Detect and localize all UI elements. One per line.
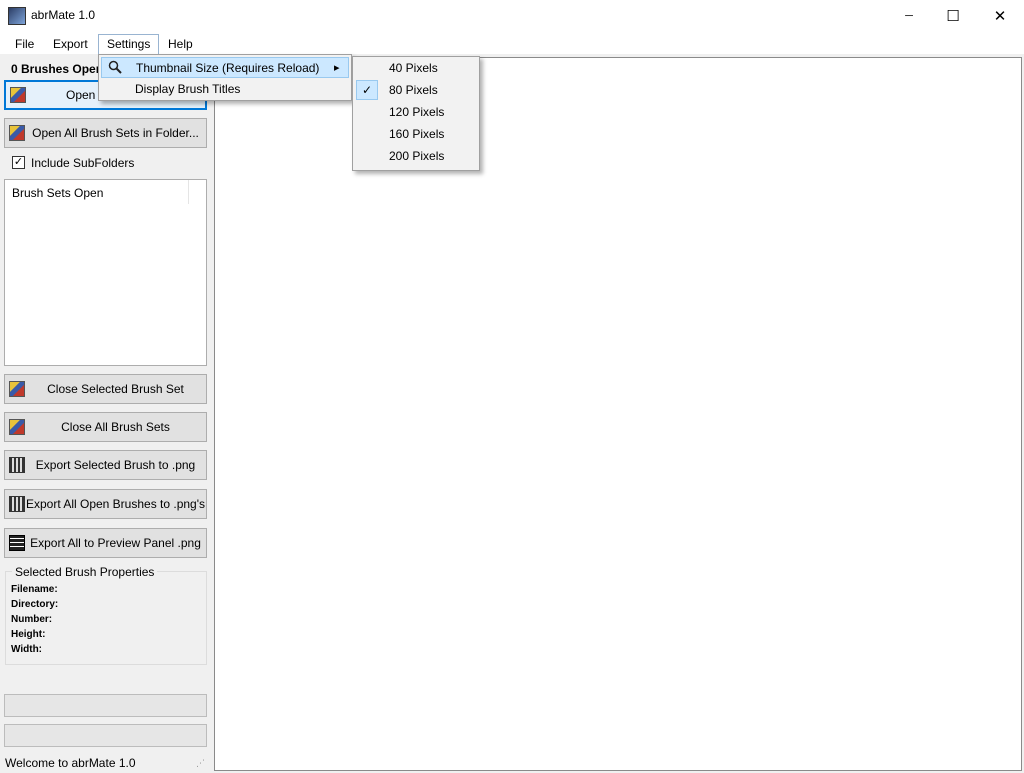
- minimize-icon: ─: [905, 10, 913, 22]
- size-option-160[interactable]: 160 Pixels: [356, 123, 478, 145]
- progress-bar: [4, 694, 207, 717]
- brush-properties-title: Selected Brush Properties: [12, 565, 158, 579]
- paint-icon: [10, 87, 26, 103]
- status-bar: Welcome to abrMate 1.0 ⋰: [0, 753, 214, 773]
- menu-thumbnail-size[interactable]: Thumbnail Size (Requires Reload) ▸: [101, 57, 349, 78]
- size-option-120[interactable]: 120 Pixels: [356, 101, 478, 123]
- close-selected-brush-set-button[interactable]: Close Selected Brush Set: [4, 374, 207, 404]
- brush-sets-list[interactable]: Brush Sets Open: [4, 179, 207, 366]
- prop-width: Width:: [11, 644, 43, 655]
- settings-menu: Thumbnail Size (Requires Reload) ▸ Displ…: [98, 54, 352, 101]
- close-all-brush-sets-button[interactable]: Close All Brush Sets: [4, 412, 207, 442]
- thumbnail-size-submenu: 40 Pixels ✓ 80 Pixels 120 Pixels 160 Pix…: [352, 56, 480, 171]
- grid-icon: [9, 535, 25, 551]
- menu-help[interactable]: Help: [160, 35, 201, 53]
- prop-directory: Directory:: [11, 599, 59, 610]
- thumbnail-size-label: Thumbnail Size (Requires Reload): [136, 60, 320, 75]
- status-text: Welcome to abrMate 1.0: [5, 756, 136, 770]
- close-all-icon: [9, 419, 25, 435]
- display-brush-titles-label: Display Brush Titles: [135, 81, 241, 96]
- open-all-in-folder-button[interactable]: Open All Brush Sets in Folder...: [4, 118, 207, 148]
- export-icon: [9, 457, 25, 473]
- export-selected-brush-button[interactable]: Export Selected Brush to .png: [4, 450, 207, 480]
- maximize-button[interactable]: ☐: [930, 0, 976, 32]
- app-icon: [8, 7, 26, 25]
- close-button[interactable]: ✕: [977, 0, 1023, 32]
- menu-display-brush-titles[interactable]: Display Brush Titles: [101, 78, 349, 99]
- menu-export[interactable]: Export: [45, 35, 96, 53]
- brushes-open-count: 0 Brushes Open: [11, 62, 99, 76]
- title-bar: [0, 0, 1024, 32]
- size-option-200[interactable]: 200 Pixels: [356, 145, 478, 167]
- size-option-80[interactable]: ✓ 80 Pixels: [356, 79, 478, 101]
- submenu-arrow-icon: ▸: [334, 62, 340, 74]
- progress-bar-secondary: [4, 724, 207, 747]
- export-all-open-brushes-button[interactable]: Export All Open Brushes to .png's: [4, 489, 207, 519]
- close-brush-icon: [9, 381, 25, 397]
- prop-number: Number:: [11, 614, 53, 625]
- resize-grip-icon[interactable]: ⋰: [196, 758, 205, 769]
- magnifier-icon: [108, 60, 122, 77]
- list-column-header[interactable]: Brush Sets Open: [5, 180, 189, 204]
- checkmark-icon: ✓: [356, 80, 378, 100]
- export-preview-panel-button[interactable]: Export All to Preview Panel .png: [4, 528, 207, 558]
- export-all-icon: [9, 496, 25, 512]
- prop-height: Height:: [11, 629, 46, 640]
- size-option-40[interactable]: 40 Pixels: [356, 57, 478, 79]
- menu-settings[interactable]: Settings: [98, 34, 160, 55]
- minimize-button[interactable]: ─: [886, 0, 932, 32]
- paint-folder-icon: [9, 125, 25, 141]
- menu-file[interactable]: File: [7, 35, 42, 53]
- include-subfolders-checkbox[interactable]: ✓: [12, 156, 25, 169]
- maximize-icon: ☐: [946, 8, 960, 25]
- close-icon: ✕: [993, 8, 1007, 25]
- window-title: abrMate 1.0: [31, 8, 96, 22]
- preview-panel[interactable]: [214, 57, 1022, 771]
- include-subfolders-label: Include SubFolders: [31, 156, 135, 170]
- prop-filename: Filename:: [11, 584, 58, 595]
